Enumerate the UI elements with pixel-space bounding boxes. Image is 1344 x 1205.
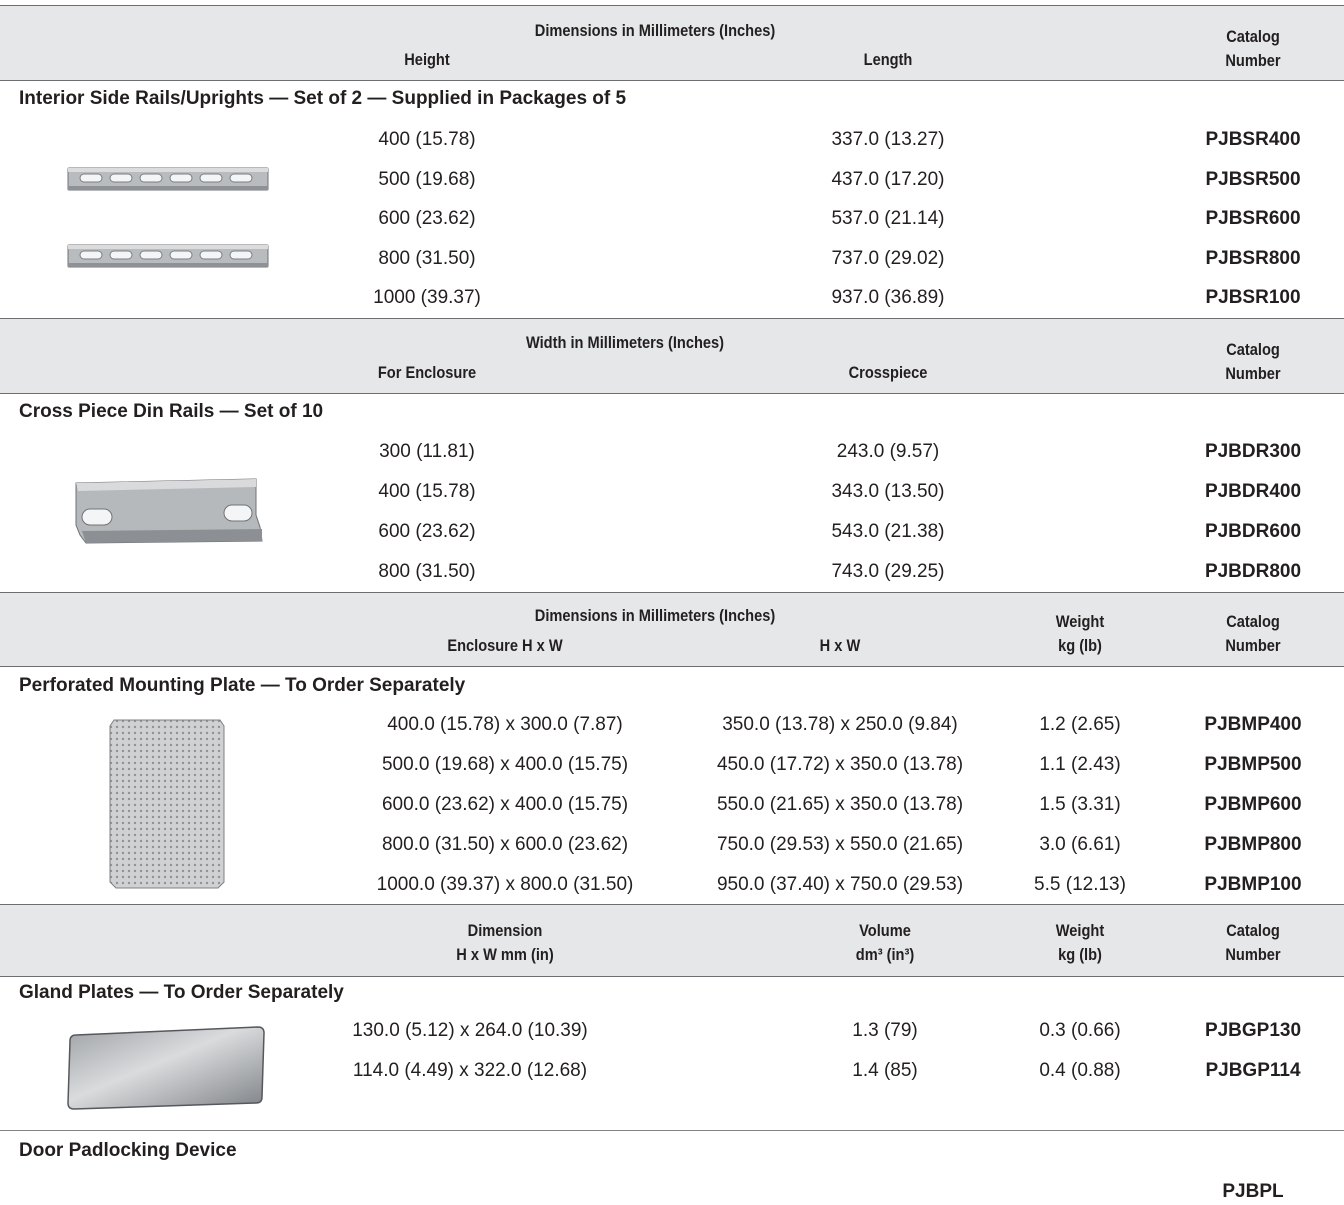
- table-cell: 1.2 (2.65): [1039, 714, 1121, 735]
- catalog-number: PJBMP500: [1204, 754, 1302, 775]
- table-cell: 337.0 (13.27): [831, 129, 945, 150]
- catalog-number: PJBDR600: [1204, 521, 1302, 542]
- table-cell: 800 (31.50): [378, 248, 476, 269]
- gland-plates-header: Dimension H x W mm (in) Volume dm³ (in³)…: [0, 904, 1344, 977]
- header-catalog-number: Catalog Number: [1225, 921, 1281, 964]
- header-weight: Weight kg (lb): [1055, 612, 1105, 655]
- table-cell: 550.0 (21.65) x 350.0 (13.78): [716, 794, 964, 815]
- table-cell: 937.0 (36.89): [831, 287, 945, 308]
- mounting-plate-header: Dimensions in Millimeters (Inches) Enclo…: [0, 592, 1344, 667]
- gland-plate-image: [67, 1026, 265, 1110]
- table-cell: 750.0 (29.53) x 550.0 (21.65): [716, 834, 964, 855]
- table-cell: 0.3 (0.66): [1039, 1020, 1121, 1041]
- table-cell: 600 (23.62): [378, 521, 476, 542]
- catalog-number: PJBPL: [1222, 1181, 1284, 1202]
- side-rails-title: Interior Side Rails/Uprights — Set of 2 …: [19, 88, 627, 109]
- header-weight: Weight kg (lb): [1055, 921, 1105, 964]
- table-cell: 743.0 (29.25): [831, 561, 945, 582]
- rail-bottom: [67, 244, 269, 268]
- catalog-number: PJBGP130: [1204, 1020, 1302, 1041]
- catalog-number: PJBGP114: [1205, 1060, 1301, 1081]
- din-rails-title: Cross Piece Din Rails — Set of 10: [19, 401, 324, 422]
- catalog-number: PJBDR800: [1204, 561, 1302, 582]
- rail-top: [67, 167, 269, 191]
- table-cell: 1.4 (85): [852, 1060, 918, 1081]
- gland-plates-title: Gland Plates — To Order Separately: [19, 982, 344, 1003]
- header-dimension: Dimension H x W mm (in): [456, 921, 554, 964]
- header-group-label: Width in Millimeters (Inches): [525, 333, 725, 352]
- table-cell: 737.0 (29.02): [831, 248, 945, 269]
- table-cell: 950.0 (37.40) x 750.0 (29.53): [716, 874, 964, 895]
- side-rails-header: Dimensions in Millimeters (Inches) Heigh…: [0, 5, 1344, 81]
- side-rails-image: [67, 167, 269, 268]
- table-cell: 600.0 (23.62) x 400.0 (15.75): [381, 794, 629, 815]
- table-cell: 1000 (39.37): [373, 287, 481, 308]
- catalog-number: PJBMP100: [1204, 874, 1302, 895]
- table-cell: 400.0 (15.78) x 300.0 (7.87): [387, 714, 623, 735]
- header-length: Length: [863, 50, 913, 69]
- table-cell: 400 (15.78): [378, 481, 476, 502]
- header-catalog-number: Catalog Number: [1225, 27, 1281, 70]
- table-cell: 130.0 (5.12) x 264.0 (10.39): [352, 1020, 588, 1041]
- catalog-number: PJBSR100: [1205, 287, 1301, 308]
- table-cell: 114.0 (4.49) x 322.0 (12.68): [352, 1060, 588, 1081]
- mounting-plate-title: Perforated Mounting Plate — To Order Sep…: [19, 675, 466, 696]
- table-cell: 800 (31.50): [378, 561, 476, 582]
- catalog-number: PJBSR800: [1205, 248, 1301, 269]
- catalog-number: PJBSR500: [1205, 169, 1301, 190]
- table-cell: 450.0 (17.72) x 350.0 (13.78): [716, 754, 964, 775]
- table-cell: 5.5 (12.13): [1034, 874, 1126, 895]
- catalog-number: PJBDR300: [1204, 441, 1302, 462]
- catalog-number: PJBMP400: [1204, 714, 1302, 735]
- table-cell: 400 (15.78): [378, 129, 476, 150]
- table-cell: 343.0 (13.50): [831, 481, 945, 502]
- din-rail-image: [75, 478, 263, 544]
- table-cell: 1.1 (2.43): [1039, 754, 1121, 775]
- catalog-number: PJBDR400: [1204, 481, 1302, 502]
- catalog-number: PJBMP800: [1204, 834, 1302, 855]
- table-cell: 500.0 (19.68) x 400.0 (15.75): [381, 754, 629, 775]
- table-cell: 437.0 (17.20): [831, 169, 945, 190]
- padlocking-title: Door Padlocking Device: [19, 1140, 237, 1161]
- table-cell: 500 (19.68): [378, 169, 476, 190]
- header-height: Height: [404, 50, 450, 69]
- catalog-number: PJBMP600: [1204, 794, 1302, 815]
- section-divider: [0, 1130, 1344, 1131]
- table-cell: 1.3 (79): [852, 1020, 918, 1041]
- table-cell: 543.0 (21.38): [831, 521, 945, 542]
- header-catalog-number: Catalog Number: [1225, 340, 1281, 383]
- header-volume: Volume dm³ (in³): [855, 921, 915, 964]
- mounting-plate-image: [109, 719, 225, 889]
- din-rails-header: Width in Millimeters (Inches) For Enclos…: [0, 318, 1344, 394]
- header-hxw: H x W: [819, 636, 861, 655]
- catalog-number: PJBSR600: [1205, 208, 1301, 229]
- table-cell: 1000.0 (39.37) x 800.0 (31.50): [376, 874, 634, 895]
- table-cell: 350.0 (13.78) x 250.0 (9.84): [722, 714, 958, 735]
- table-cell: 0.4 (0.88): [1039, 1060, 1121, 1081]
- table-cell: 1.5 (3.31): [1039, 794, 1121, 815]
- table-cell: 243.0 (9.57): [836, 441, 940, 462]
- header-enclosure-hxw: Enclosure H x W: [447, 636, 563, 655]
- header-group-label: Dimensions in Millimeters (Inches): [534, 21, 776, 40]
- header-crosspiece: Crosspiece: [848, 363, 928, 382]
- catalog-number: PJBSR400: [1205, 129, 1301, 150]
- header-group-label: Dimensions in Millimeters (Inches): [534, 606, 776, 625]
- table-cell: 3.0 (6.61): [1039, 834, 1121, 855]
- table-cell: 300 (11.81): [379, 441, 475, 462]
- header-catalog-number: Catalog Number: [1225, 612, 1281, 655]
- header-for-enclosure: For Enclosure: [377, 363, 477, 382]
- table-cell: 800.0 (31.50) x 600.0 (23.62): [381, 834, 629, 855]
- table-cell: 600 (23.62): [378, 208, 476, 229]
- table-cell: 537.0 (21.14): [831, 208, 945, 229]
